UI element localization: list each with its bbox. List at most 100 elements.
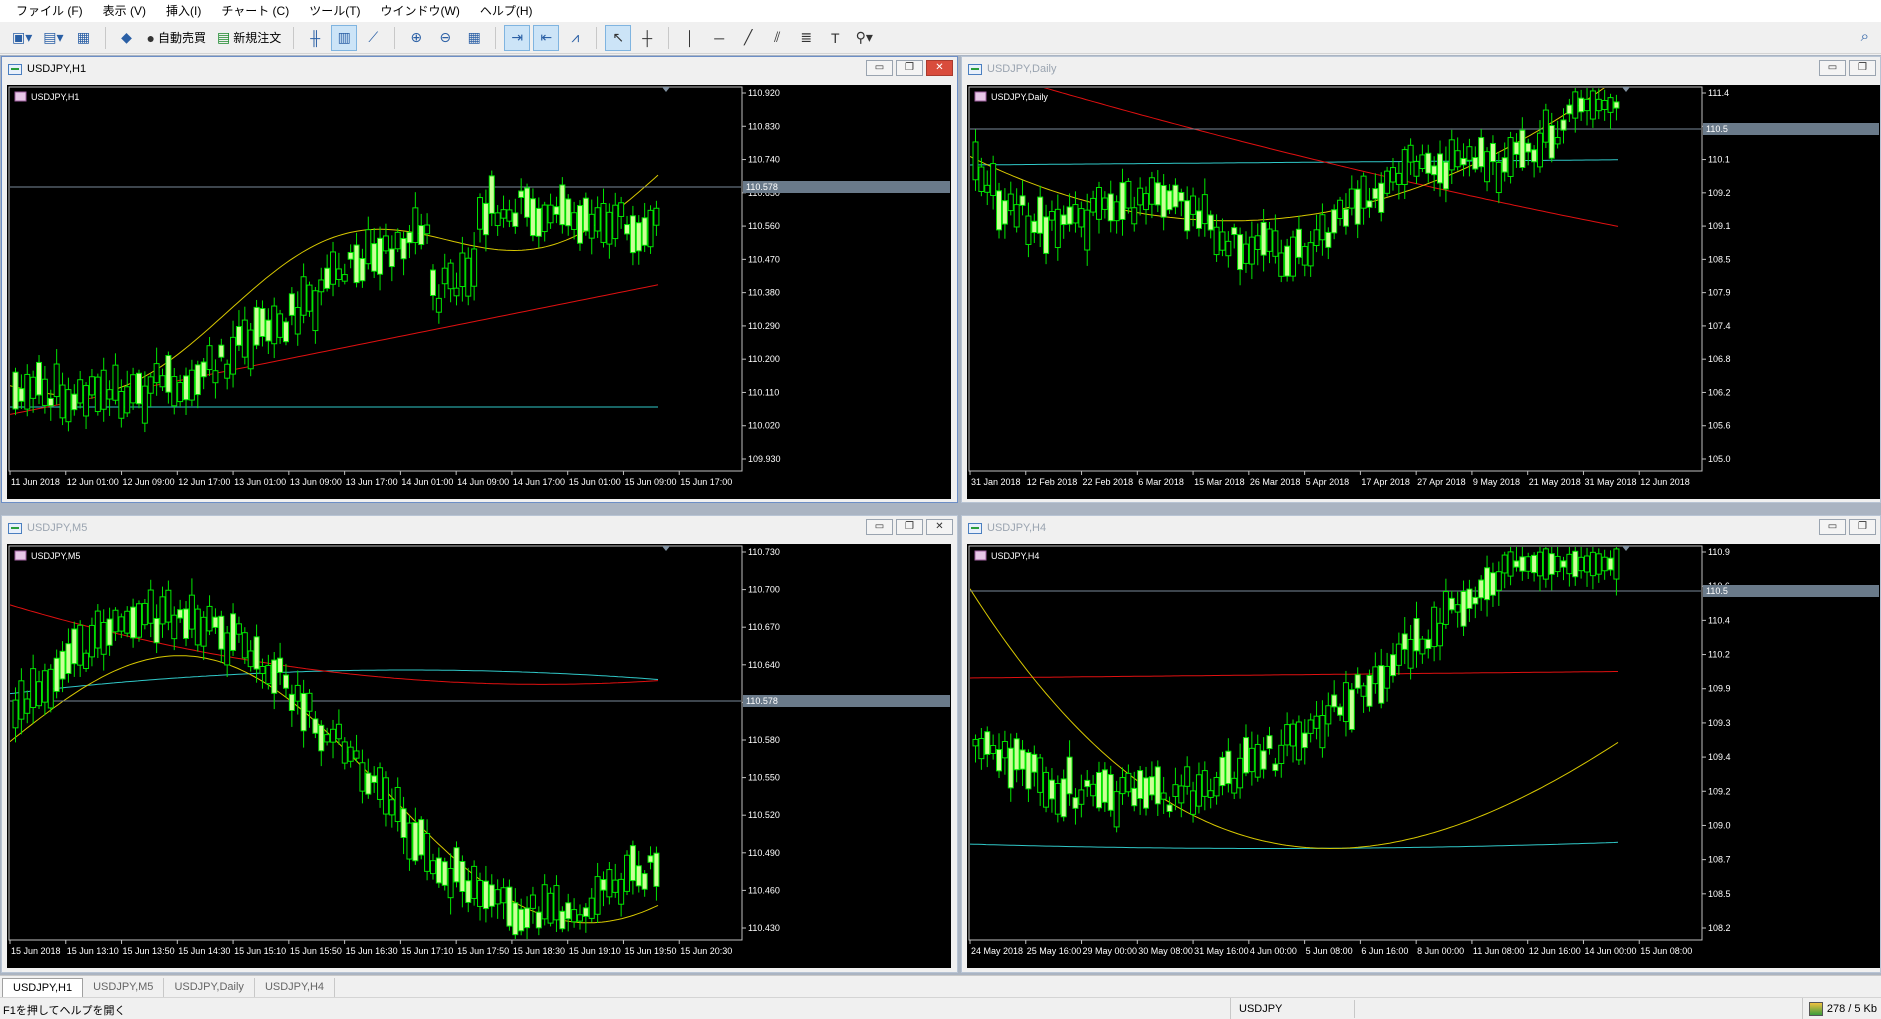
price-chart[interactable]: USDJPY,M5 110.730 110.700 110.670 110.640 110… [7,544,951,968]
fibonacci-icon[interactable]: ≣ [793,25,819,51]
window-titlebar[interactable]: USDJPY,Daily ▭ ❐ [962,57,1880,81]
candle-body [1460,157,1467,166]
candle-body [1601,100,1608,110]
candle-body [471,865,478,899]
price-chart[interactable]: USDJPY,Daily 111.4 110.5 110.1 109.2 109.1 108… [967,85,1880,499]
objects-menu-icon[interactable]: ⚲▾ [851,25,877,51]
tile-windows-icon[interactable]: ▦ [461,25,487,51]
menu-tools[interactable]: ツール(T) [299,0,370,22]
candle-body [12,371,19,410]
auto-scroll-icon[interactable]: ⇥ [504,24,531,51]
chart-plot[interactable]: USDJPY,Daily 111.4 110.5 110.1 109.2 109.1 108… [967,85,1880,499]
chart-plot[interactable]: USDJPY,H4110.9110.6110.4110.2109.9109.31… [967,544,1880,968]
chart-window-h1[interactable]: USDJPY,H1 ▭ ❐ ✕ USDJPY,H1 110.920 110.830 1… [1,56,958,503]
chart-window-icon [8,63,22,75]
candle-body [1219,756,1226,787]
candle-body [1007,193,1014,212]
tab-usdjpy-m5[interactable]: USDJPY,M5 [83,978,165,997]
tab-usdjpy-h4[interactable]: USDJPY,H4 [255,978,336,997]
vertical-line-icon[interactable]: │ [677,25,703,51]
window-titlebar[interactable]: USDJPY,M5 ▭ ❐ ✕ [2,516,957,540]
x-tick-label: 15 Jun 14:30 [178,946,230,956]
menu-chart[interactable]: チャート (C) [211,0,299,22]
y-tick-label: 109.9 [1708,684,1731,694]
candle-body [1331,694,1338,708]
minimize-button[interactable]: ▭ [1819,60,1846,76]
zoom-out-icon[interactable]: ⊖ [432,25,458,51]
window-titlebar[interactable]: USDJPY,H4 ▭ ❐ [962,516,1880,540]
candle-body [36,361,43,396]
chart-plot[interactable]: USDJPY,H1110.920110.830110.740110.650110… [7,85,951,499]
minimize-button[interactable]: ▭ [1819,519,1846,535]
search-icon[interactable]: ⌕ [1861,28,1869,45]
candle-body [1331,209,1338,234]
menu-view[interactable]: 表示 (V) [93,0,156,22]
profiles-icon[interactable]: ▤▾ [39,25,67,51]
restore-button[interactable]: ❐ [1849,60,1876,76]
x-tick-label: 27 Apr 2018 [1417,477,1466,487]
tab-usdjpy-daily[interactable]: USDJPY,Daily [164,978,255,997]
horizontal-line-icon[interactable]: ─ [706,25,732,51]
close-button[interactable]: ✕ [926,60,953,76]
price-chart[interactable]: USDJPY,H1110.920110.830110.740110.650110… [7,85,951,499]
candle-body [1560,119,1567,131]
restore-button[interactable]: ❐ [896,519,923,535]
menu-file[interactable]: ファイル (F) [6,0,93,22]
candle-body [594,876,601,915]
candle-body [1501,157,1508,173]
menu-help[interactable]: ヘルプ(H) [470,0,543,22]
menu-window[interactable]: ウインドウ(W) [371,0,470,22]
new-order-button[interactable]: ▤ 新規注文 [213,25,285,51]
price-chart[interactable]: USDJPY,H4110.9110.6110.4110.2109.9109.31… [967,544,1880,968]
x-tick-label: 15 Jun 19:50 [624,946,676,956]
crosshair-icon[interactable]: ┼ [634,25,660,51]
x-tick-label: 9 May 2018 [1473,477,1520,487]
line-chart-icon[interactable]: ⟋ [360,25,386,51]
auto-trading-button[interactable]: ● 自動売買 [143,25,210,51]
minimize-button[interactable]: ▭ [866,519,893,535]
candle-body [1290,723,1297,747]
candle-body [394,231,401,250]
candle-body [1225,750,1232,785]
metaeditor-icon[interactable]: ◆ [114,25,140,51]
chart-window-h4[interactable]: USDJPY,H4 ▭ ❐ USDJPY,H4110.9110.6110.411… [961,515,1881,973]
candle-body [382,777,389,815]
chart-shift-icon[interactable]: ⇤ [533,24,560,51]
candle-body [1219,231,1226,251]
indicators-icon[interactable]: ⩘ [562,25,588,51]
window-controls: ▭ ❐ ✕ [866,519,953,535]
candle-body [1584,98,1591,112]
equidistant-channel-icon[interactable]: ⫽ [764,25,790,51]
x-tick-label: 15 Jun 08:00 [1640,946,1692,956]
y-tick-label: 110.920 [748,88,780,98]
chart-plot[interactable]: USDJPY,M5 110.730 110.700 110.670 110.640 110… [7,544,951,968]
minimize-button[interactable]: ▭ [866,60,893,76]
y-tick-label: 109.1 [1708,221,1731,231]
candle-body [324,267,331,289]
close-button[interactable]: ✕ [926,519,953,535]
text-icon[interactable]: T [822,25,848,51]
candle-body [230,336,237,375]
y-tick-label: 109.930 [748,454,781,464]
chart-window-m5[interactable]: USDJPY,M5 ▭ ❐ ✕ USDJPY,M5 110.730 110.700 1… [1,515,958,973]
candle-body [318,724,325,752]
candle-body [1413,161,1420,177]
restore-button[interactable]: ❐ [1849,519,1876,535]
restore-button[interactable]: ❐ [896,60,923,76]
menu-insert[interactable]: 挿入(I) [156,0,211,22]
market-watch-icon[interactable]: ▦ [71,25,97,51]
status-symbol: USDJPY [1230,998,1354,1019]
tab-usdjpy-h1[interactable]: USDJPY,H1 [2,978,84,997]
cursor-icon[interactable]: ↖ [605,24,632,51]
candle-body [1019,195,1026,206]
bar-chart-icon[interactable]: ╫ [302,25,328,51]
candle-body [1166,190,1173,211]
window-titlebar[interactable]: USDJPY,H1 ▭ ❐ ✕ [2,57,957,81]
candlestick-icon[interactable]: ▥ [331,24,358,51]
new-chart-icon[interactable]: ▣▾ [8,25,36,51]
trendline-icon[interactable]: ╱ [735,25,761,51]
candle-body [1384,665,1391,689]
chart-window-daily[interactable]: USDJPY,Daily ▭ ❐ USDJPY,Daily 111.4 110.5 1… [961,56,1881,503]
zoom-in-icon[interactable]: ⊕ [403,25,429,51]
x-tick-label: 30 May 08:00 [1138,946,1193,956]
